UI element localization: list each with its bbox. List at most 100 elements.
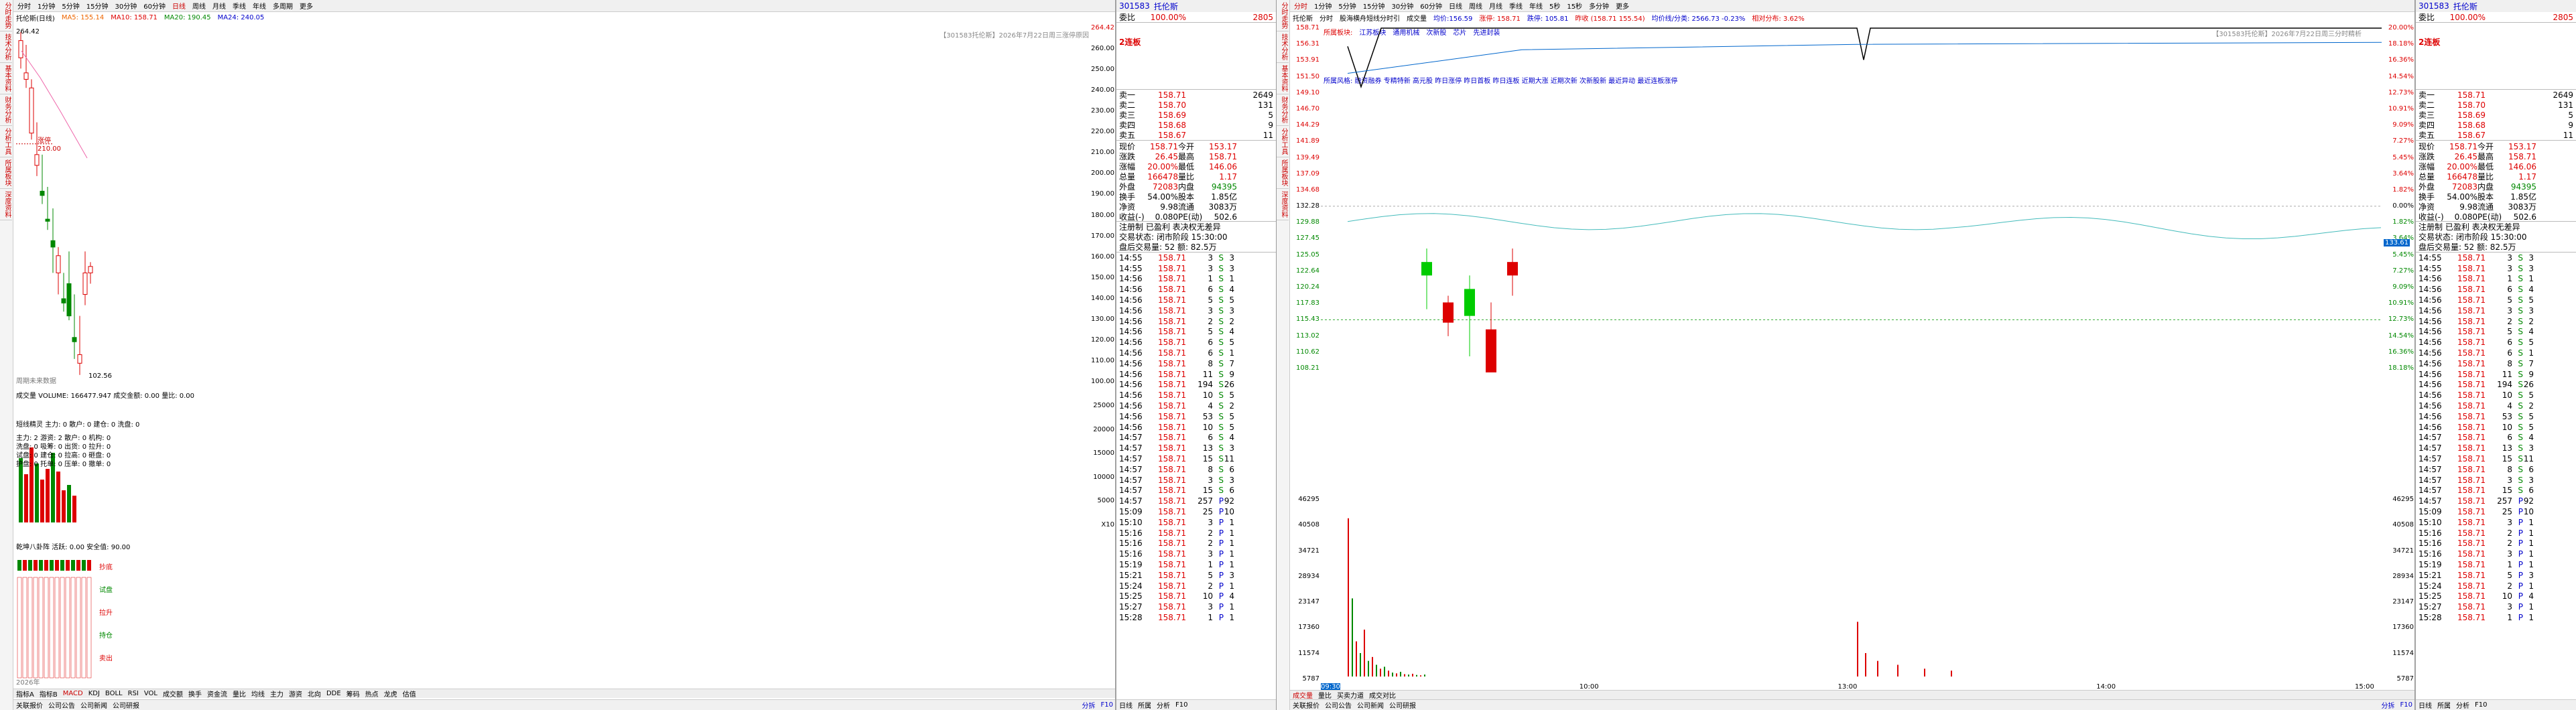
period-tab[interactable]: 周线 <box>192 1 206 11</box>
indicator-tab[interactable]: 量比 <box>1318 691 1332 699</box>
indicator-tab[interactable]: RSI <box>128 690 139 697</box>
indicator-tab[interactable]: 换手 <box>188 689 202 698</box>
period-tab[interactable]: 1分钟 <box>1314 1 1332 11</box>
order-book-row[interactable]: 卖一 158.71 2649 <box>2416 90 2576 100</box>
sidebar-tab[interactable]: 技术分析 <box>1277 31 1289 63</box>
indicator-tab[interactable]: 资金流 <box>207 689 227 698</box>
period-tab[interactable]: 60分钟 <box>1420 1 1442 11</box>
sidebar-tab[interactable]: 分时走势 <box>1277 0 1289 31</box>
sidebar-tab[interactable]: 所属板块 <box>0 157 12 189</box>
bottom-link[interactable]: 公司研报 <box>1389 700 1416 710</box>
candle[interactable] <box>82 272 88 295</box>
period-tab[interactable]: 月线 <box>1489 1 1502 11</box>
candle[interactable] <box>23 72 29 80</box>
indicator-tab[interactable]: 估值 <box>403 689 416 698</box>
order-book-row[interactable]: 卖三 158.69 5 <box>1116 110 1276 121</box>
period-tab[interactable]: 日线 <box>172 1 186 11</box>
sidebar-tab[interactable]: 深度资料 <box>1277 189 1289 220</box>
indicator-tab[interactable]: 买卖力道 <box>1337 691 1364 699</box>
order-book-row[interactable]: 卖二 158.70 131 <box>2416 100 2576 111</box>
candle[interactable] <box>77 354 82 364</box>
candle[interactable] <box>61 298 66 303</box>
order-book-row[interactable]: 卖一 158.71 2649 <box>1116 90 1276 100</box>
footer-tab[interactable]: F10 <box>1175 701 1187 709</box>
candle[interactable] <box>40 190 45 196</box>
period-tab[interactable]: 季线 <box>1509 1 1523 11</box>
candle[interactable] <box>88 266 93 273</box>
bottom-right-link[interactable]: F10 <box>1101 701 1113 709</box>
indicator-tab[interactable]: KDJ <box>88 690 100 697</box>
candle[interactable] <box>72 337 77 342</box>
footer-tab[interactable]: F10 <box>2475 701 2487 709</box>
sidebar-tab[interactable]: 分时走势 <box>0 0 12 31</box>
candle[interactable] <box>1421 262 1432 276</box>
period-tab[interactable]: 5秒 <box>1549 1 1560 11</box>
indicator-tab[interactable]: 主力 <box>270 689 283 698</box>
indicator-tab[interactable]: 游资 <box>289 689 302 698</box>
indicator-tab[interactable]: MACD <box>63 690 83 697</box>
period-tab[interactable]: 30分钟 <box>1391 1 1413 11</box>
candle[interactable] <box>66 283 72 317</box>
bottom-right-link[interactable]: F10 <box>2400 701 2412 709</box>
candle[interactable] <box>56 255 61 273</box>
period-tab[interactable]: 日线 <box>1449 1 1462 11</box>
period-tab[interactable]: 5分钟 <box>1338 1 1356 11</box>
bottom-link[interactable]: 公司新闻 <box>1357 700 1384 710</box>
period-tab[interactable]: 30分钟 <box>115 1 137 11</box>
indicator-tab[interactable]: VOL <box>144 690 157 697</box>
indicator-tab[interactable]: 筹码 <box>346 689 360 698</box>
indicator-tab[interactable]: 成交量 <box>1293 691 1313 699</box>
bottom-right-link[interactable]: 分拆 <box>2382 700 2395 710</box>
period-tab[interactable]: 多分钟 <box>1589 1 1609 11</box>
tick-list[interactable]: 14:55 158.71 3 S 3 14:55 158.71 3 S 3 14:56 158.71 1… <box>1116 252 1276 623</box>
indicator-tab[interactable]: DDE <box>326 690 341 697</box>
period-tab[interactable]: 周线 <box>1469 1 1482 11</box>
candle[interactable] <box>34 154 40 166</box>
order-book-row[interactable]: 卖四 158.68 9 <box>2416 120 2576 131</box>
bottom-link[interactable]: 公司公告 <box>1325 700 1352 710</box>
period-tab[interactable]: 季线 <box>233 1 246 11</box>
indicator-tab[interactable]: 北向 <box>308 689 321 698</box>
indicator-tab[interactable]: 指标A <box>16 689 34 698</box>
sidebar-tab[interactable]: 基本资料 <box>1277 63 1289 94</box>
sidebar-tab[interactable]: 深度资料 <box>0 189 12 220</box>
period-tab[interactable]: 更多 <box>300 1 313 11</box>
indicator-tab[interactable]: BOLL <box>105 690 123 697</box>
indicator-tab[interactable]: 成交对比 <box>1369 691 1396 699</box>
footer-tab[interactable]: 所属 <box>2437 700 2451 710</box>
sidebar-tab[interactable]: 财务分析 <box>0 94 12 126</box>
bottom-link[interactable]: 关联报价 <box>1293 700 1319 710</box>
indicator-tab[interactable]: 龙虎 <box>384 689 397 698</box>
indicator-tab[interactable]: 均线 <box>251 689 265 698</box>
period-tab[interactable]: 15秒 <box>1567 1 1582 11</box>
sidebar-tab[interactable]: 分析工具 <box>1277 126 1289 157</box>
candle[interactable] <box>50 240 56 248</box>
period-tab[interactable]: 分时 <box>1294 1 1307 11</box>
period-tab[interactable]: 15分钟 <box>86 1 109 11</box>
footer-tab[interactable]: 分析 <box>1157 700 1170 710</box>
footer-tab[interactable]: 所属 <box>1138 700 1151 710</box>
sidebar-tab[interactable]: 分析工具 <box>0 126 12 157</box>
right-volume-chart[interactable] <box>1321 496 2382 683</box>
period-tab[interactable]: 分时 <box>17 1 31 11</box>
left-kline-chart[interactable]: 涨停210.00 264.42 102.56 <box>13 24 1089 386</box>
indicator-tab[interactable]: 成交额 <box>163 689 183 698</box>
period-tab[interactable]: 更多 <box>1616 1 1629 11</box>
candle[interactable] <box>45 218 50 222</box>
order-book-row[interactable]: 卖四 158.68 9 <box>1116 120 1276 131</box>
left-volume-chart[interactable] <box>13 402 1089 529</box>
right-intraday-chart[interactable] <box>1321 24 2382 372</box>
period-tab[interactable]: 年线 <box>253 1 266 11</box>
order-book-row[interactable]: 卖五 158.67 11 <box>1116 130 1276 141</box>
sidebar-tab[interactable]: 所属板块 <box>1277 157 1289 189</box>
period-tab[interactable]: 1分钟 <box>38 1 55 11</box>
bottom-link[interactable]: 公司新闻 <box>80 700 107 710</box>
footer-tab[interactable]: 日线 <box>1119 700 1133 710</box>
order-book-row[interactable]: 卖五 158.67 11 <box>2416 130 2576 141</box>
indicator-tab[interactable]: 量比 <box>233 689 246 698</box>
bottom-link[interactable]: 公司公告 <box>48 700 75 710</box>
period-tab[interactable]: 60分钟 <box>143 1 166 11</box>
period-tab[interactable]: 多周期 <box>273 1 293 11</box>
sidebar-tab[interactable]: 技术分析 <box>0 31 12 63</box>
indicator-tab[interactable]: 热点 <box>365 689 379 698</box>
